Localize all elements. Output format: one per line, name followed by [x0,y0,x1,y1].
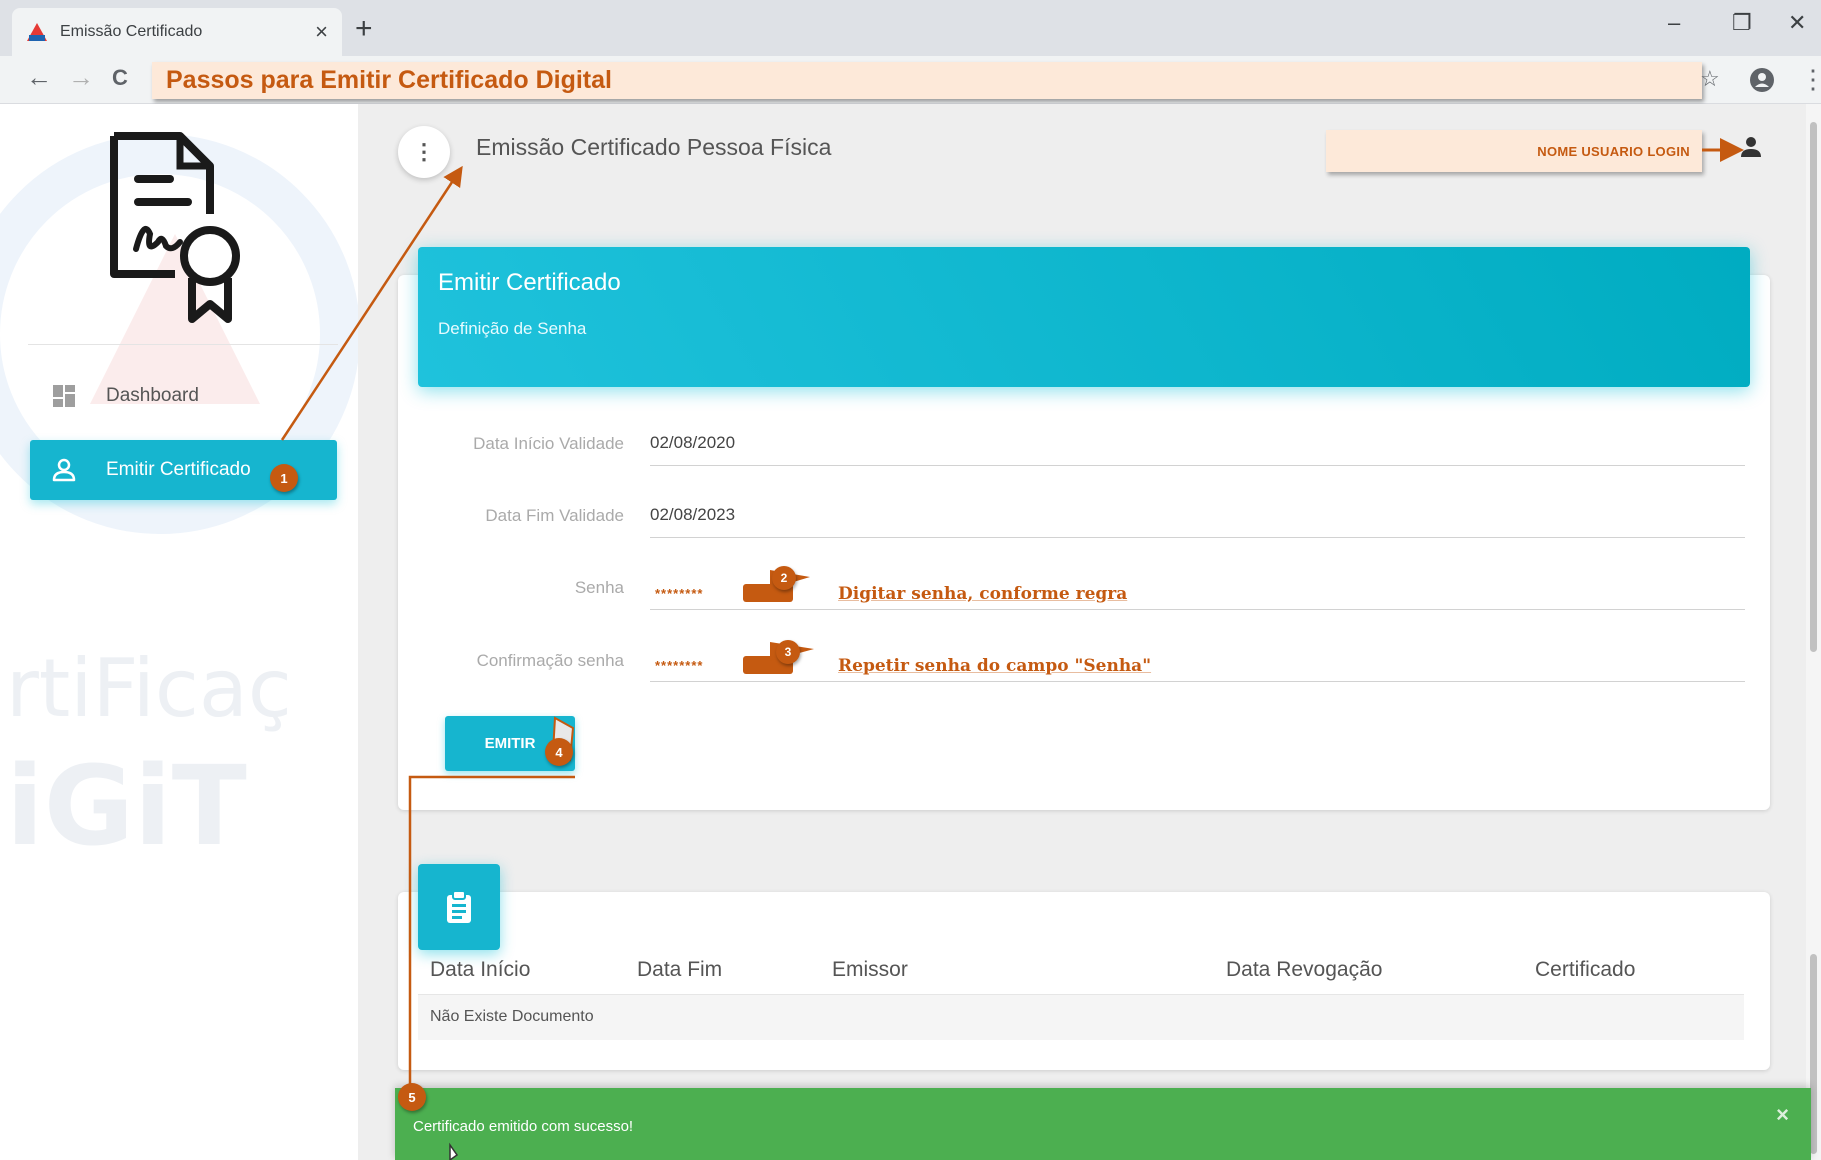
card-subtitle: Definição de Senha [438,319,587,338]
person-icon [52,458,76,482]
confirm-password-hint: Repetir senha do campo "Senha" [838,656,1152,676]
step-badge-5: 5 [398,1083,426,1111]
restore-button[interactable]: ❐ [1732,10,1752,36]
browser-menu-icon[interactable]: ⋮ [1800,64,1821,95]
success-toast: Certificado emitido com sucesso! × [395,1088,1811,1160]
column-header-data-revogacao: Data Revogação [1226,958,1383,981]
sidebar-item-dashboard[interactable]: Dashboard [30,366,337,426]
user-name-callout: NOME USUARIO LOGIN [1326,130,1702,172]
scrollbar[interactable] [1806,104,1821,1160]
card-title: Emitir Certificado [438,269,621,296]
scrollbar-thumb-secondary[interactable] [1810,954,1817,1154]
password-hint: Digitar senha, conforme regra [838,584,1128,604]
password-label: Senha [574,578,624,597]
sidebar-divider [28,344,338,345]
sidebar-item-label: Emitir Certificado [106,459,251,480]
watermark-text-1: rtiFicaç [6,642,292,735]
start-date-underline [650,465,1745,466]
start-date-label: Data Início Validade [473,434,624,453]
column-header-data-inicio: Data Início [430,958,531,981]
column-header-emissor: Emissor [832,958,908,981]
step-badge-4: 4 [545,738,573,766]
toast-close-icon[interactable]: × [1776,1102,1789,1128]
minimize-button[interactable]: – [1668,10,1680,36]
password-underline [650,609,1745,610]
table-row: Não Existe Documento [418,994,1744,1040]
address-bar[interactable]: Passos para Emitir Certificado Digital [152,62,1702,99]
column-header-data-fim: Data Fim [637,958,723,981]
sidebar-item-label: Dashboard [106,385,199,406]
card-header: Emitir Certificado Definição de Senha [418,247,1750,387]
confirm-password-label: Confirmação senha [476,651,624,670]
password-input[interactable]: ******** [655,586,703,601]
window-close-button[interactable]: ✕ [1788,10,1806,36]
browser-toolbar: ← → C Passos para Emitir Certificado Dig… [0,56,1821,104]
clipboard-icon [447,890,471,923]
confirm-password-input[interactable]: ******** [655,658,703,673]
start-date-input[interactable]: 02/08/2020 [650,433,735,453]
sidebar: rtiFicaç iGiT Dashboard Emitir Certifica… [0,104,358,1160]
browser-tab[interactable]: Emissão Certificado × [12,8,342,56]
column-header-certificado: Certificado [1535,958,1636,981]
end-date-label: Data Fim Validade [485,506,624,525]
more-menu-button[interactable]: ⋮ [398,126,450,178]
back-button[interactable]: ← [26,62,52,93]
tab-title: Emissão Certificado [60,23,203,40]
step-badge-1: 1 [270,464,298,492]
confirm-password-underline [650,681,1745,682]
step-badge-2: 2 [772,566,796,590]
site-favicon-icon [27,23,47,41]
reload-button[interactable]: C [112,65,128,91]
certificate-logo-icon [110,132,240,323]
user-name-text: NOME USUARIO LOGIN [1537,143,1690,159]
dashboard-icon [53,385,75,407]
end-date-underline [650,537,1745,538]
user-account-icon[interactable] [1740,136,1762,158]
empty-table-text: Não Existe Documento [430,1008,594,1025]
profile-icon[interactable] [1748,66,1776,94]
step-badge-3: 3 [776,640,800,664]
browser-tab-bar: Emissão Certificado × + – ❐ ✕ [0,0,1821,56]
scrollbar-thumb[interactable] [1810,122,1817,652]
address-text: Passos para Emitir Certificado Digital [166,66,612,94]
tab-close-icon[interactable]: × [315,19,328,45]
watermark-text-2: iGiT [6,742,247,870]
toast-message: Certificado emitido com sucesso! [413,1118,634,1135]
page-title: Emissão Certificado Pessoa Física [476,134,832,160]
forward-button[interactable]: → [68,62,94,93]
new-tab-button[interactable]: + [355,12,373,46]
bookmark-star-icon[interactable]: ☆ [1700,66,1720,92]
card-icon-tile [418,864,500,950]
end-date-input[interactable]: 02/08/2023 [650,505,735,525]
